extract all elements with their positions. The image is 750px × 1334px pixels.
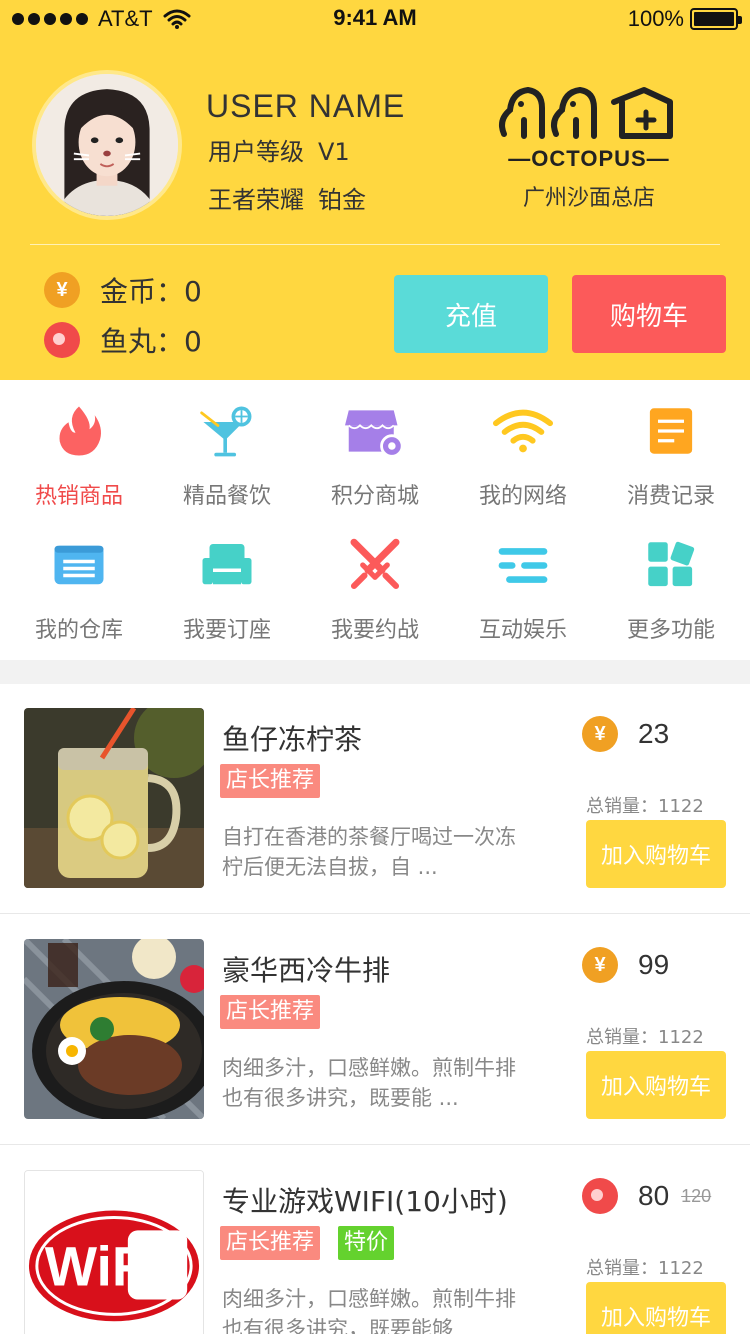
cocktail-icon (195, 400, 259, 462)
gold-balance: ¥ 金币：0 (44, 270, 202, 310)
user-header: AT&T 9:41 AM 100% USER NAME 用户等级 V1 王者荣耀… (0, 0, 750, 380)
grid-icon (639, 534, 703, 596)
status-right: 100% (627, 6, 742, 32)
menu-item-warehouse[interactable]: 我的仓库 (4, 514, 154, 644)
battery-icon (690, 8, 742, 30)
menu-item-points-mall[interactable]: 积分商城 (300, 380, 450, 510)
product-item[interactable]: 鱼仔冻柠茶 店长推荐 自打在香港的茶餐厅喝过一次冻柠后便无法自拔，自 ... ¥… (0, 684, 750, 914)
lines-icon (491, 534, 555, 596)
product-sales: 总销量：1122 (586, 796, 704, 817)
row-separator (0, 913, 750, 914)
menu-label-dining: 精品餐饮 (182, 484, 271, 509)
flame-icon (47, 400, 111, 462)
product-sales: 总销量：1122 (586, 1258, 704, 1279)
tag-special-price: 特价 (338, 1226, 395, 1260)
product-sales: 总销量：1122 (586, 1027, 704, 1048)
product-tags: 店长推荐 特价 (220, 1226, 395, 1260)
product-description: 肉细多汁，口感鲜嫩。煎制牛排也有很多讲究，既要能够 (222, 1287, 516, 1334)
menu-label-warehouse: 我的仓库 (34, 618, 123, 643)
tag-recommend: 店长推荐 (220, 1226, 321, 1260)
menu-item-records[interactable]: 消费记录 (596, 380, 746, 510)
gold-coin-icon: ¥ (582, 716, 618, 752)
gold-coin-icon: ¥ (44, 272, 80, 308)
menu-item-reserve[interactable]: 我要订座 (152, 514, 302, 644)
menu-label-network: 我的网络 (478, 484, 567, 509)
menu-item-network[interactable]: 我的网络 (448, 380, 598, 510)
user-level-label: 用户等级 (208, 138, 304, 166)
battery-percent: 100% (627, 6, 684, 31)
row-separator (0, 1144, 750, 1145)
add-to-cart-button[interactable]: 加入购物车 (586, 820, 726, 888)
menu-label-battle: 我要约战 (330, 618, 419, 643)
menu-item-dining[interactable]: 精品餐饮 (152, 380, 302, 510)
user-level: 用户等级 V1 (208, 132, 364, 167)
menu-item-hot[interactable]: 热销商品 (4, 380, 154, 510)
menu-label-more: 更多功能 (626, 618, 715, 643)
fishball-balance-text: 鱼丸：0 (100, 325, 202, 358)
steak-image (24, 939, 204, 1119)
store-name: 广州沙面总店 (522, 186, 655, 211)
avatar[interactable] (32, 70, 182, 220)
menu-label-points-mall: 积分商城 (330, 484, 419, 509)
store-logo: —OCTOPUS— 广州沙面总店 (494, 80, 684, 211)
fishball-icon (44, 322, 80, 358)
game-rank: 铂金 (318, 186, 366, 214)
username: USER NAME (206, 88, 406, 124)
product-name: 专业游戏WIFI(10小时) (222, 1185, 508, 1218)
lemon-tea-image (24, 708, 204, 888)
user-level-value: V1 (318, 138, 350, 166)
menu-label-records: 消费记录 (626, 484, 715, 509)
status-bar: AT&T 9:41 AM 100% (0, 0, 750, 40)
header-divider (30, 244, 720, 245)
menu-item-entertainment[interactable]: 互动娱乐 (448, 514, 598, 644)
product-name: 鱼仔冻柠茶 (222, 723, 363, 756)
crossed-swords-icon (343, 534, 407, 596)
product-item[interactable]: 豪华西冷牛排 店长推荐 肉细多汁，口感鲜嫩。煎制牛排也有很多讲究，既要能 ...… (0, 915, 750, 1145)
section-divider (0, 660, 750, 684)
logo-wordmark: —OCTOPUS— (508, 146, 670, 171)
gold-balance-text: 金币：0 (100, 275, 202, 308)
product-tags: 店长推荐 (220, 764, 321, 798)
octopus-logo-icon (499, 86, 673, 139)
user-game-rank: 王者荣耀 铂金 (208, 180, 380, 215)
wifi-icon (491, 400, 555, 462)
records-icon (639, 400, 703, 462)
fishball-balance: 鱼丸：0 (44, 320, 202, 360)
game-name: 王者荣耀 (208, 186, 304, 214)
menu-label-entertainment: 互动娱乐 (478, 618, 567, 643)
price-value: 80 (638, 1180, 670, 1211)
tag-recommend: 店长推荐 (220, 995, 321, 1029)
menu-item-more[interactable]: 更多功能 (596, 514, 746, 644)
add-to-cart-button[interactable]: 加入购物车 (586, 1051, 726, 1119)
recharge-button[interactable]: 充值 (394, 275, 548, 353)
product-description: 肉细多汁，口感鲜嫩。煎制牛排也有很多讲究，既要能 ... (222, 1056, 516, 1110)
product-name: 豪华西冷牛排 (222, 954, 391, 987)
product-price: ¥ 23 (582, 716, 669, 752)
function-menu: 热销商品 精品餐饮 积分商城 我的网络 消费记录 我的仓库 我要订座 我要约战 … (0, 380, 750, 660)
product-price: ¥ 99 (582, 947, 669, 983)
price-value: 99 (638, 949, 670, 980)
fishball-icon (582, 1178, 618, 1214)
warehouse-icon (47, 534, 111, 596)
price-value: 23 (638, 718, 670, 749)
store-icon (343, 400, 407, 462)
avatar-image (36, 74, 178, 216)
product-price: 80 120 (582, 1178, 711, 1214)
menu-label-hot: 热销商品 (34, 484, 123, 509)
product-description: 自打在香港的茶餐厅喝过一次冻柠后便无法自拔，自 ... (222, 825, 516, 879)
menu-item-battle[interactable]: 我要约战 (300, 514, 450, 644)
sofa-icon (195, 534, 259, 596)
tag-recommend: 店长推荐 (220, 764, 321, 798)
original-price: 120 (681, 1185, 712, 1206)
wifi-logo-image: WiFi (24, 1170, 204, 1334)
add-to-cart-button[interactable]: 加入购物车 (586, 1282, 726, 1334)
gold-coin-icon: ¥ (582, 947, 618, 983)
product-item[interactable]: WiFi 专业游戏WIFI(10小时) 店长推荐 特价 肉细多汁，口感鲜嫩。煎制… (0, 1146, 750, 1334)
svg-text:WiFi: WiFi (45, 1236, 161, 1298)
cart-button[interactable]: 购物车 (572, 275, 726, 353)
menu-label-reserve: 我要订座 (182, 618, 271, 643)
product-tags: 店长推荐 (220, 995, 321, 1029)
